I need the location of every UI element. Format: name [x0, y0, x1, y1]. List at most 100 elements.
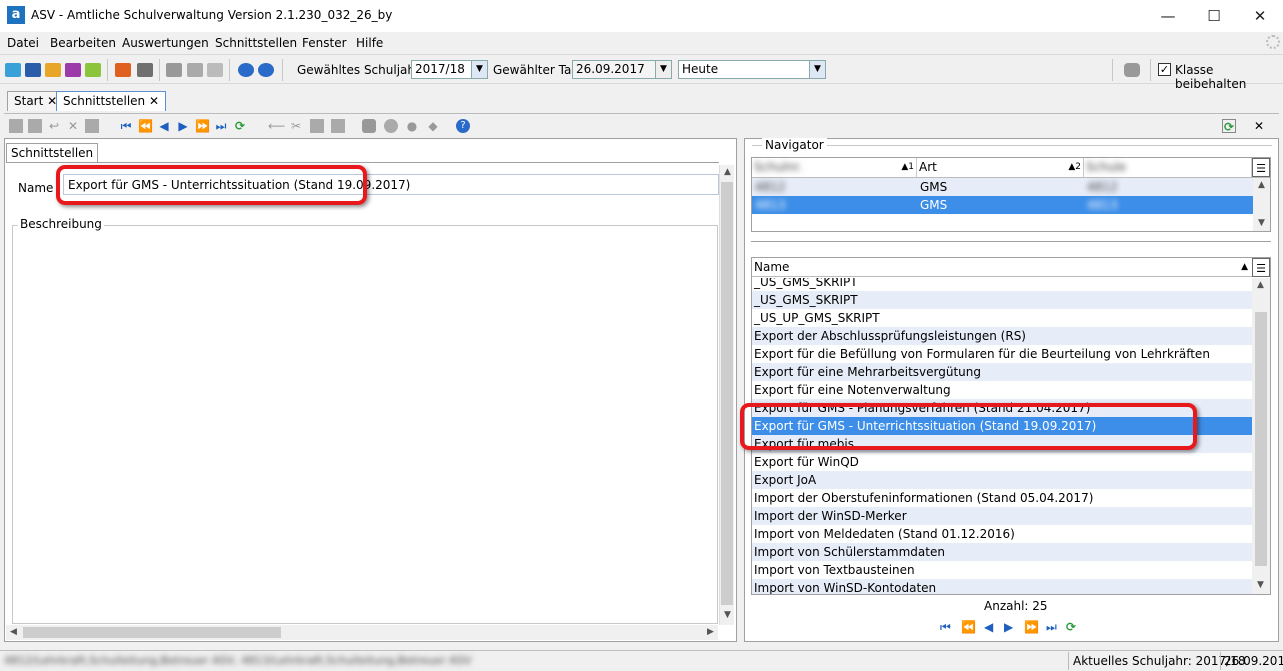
settings-icon[interactable]: [187, 63, 203, 77]
menu-auswertungen[interactable]: Auswertungen: [122, 36, 209, 50]
first-icon[interactable]: ⏮: [119, 119, 133, 133]
fast-forward-icon[interactable]: ⏩: [1024, 620, 1039, 634]
chevron-down-icon[interactable]: ▼: [471, 61, 487, 78]
menu-datei[interactable]: Datei: [7, 36, 39, 50]
board-icon[interactable]: [85, 63, 101, 77]
horizontal-scrollbar[interactable]: ◀ ▶: [6, 625, 718, 640]
beschreibung-textarea[interactable]: [12, 225, 718, 624]
pin-icon[interactable]: ●: [405, 119, 419, 133]
list-item[interactable]: _US_GMS_SKRIPT: [752, 278, 1252, 291]
refresh-icon[interactable]: ⟳: [1066, 620, 1076, 634]
scroll-down-icon[interactable]: ▼: [1254, 216, 1269, 231]
menu-fenster[interactable]: Fenster: [302, 36, 347, 50]
chevron-down-icon[interactable]: ▼: [655, 61, 671, 78]
close-icon[interactable]: ✕: [149, 94, 159, 108]
table-row[interactable]: 4812 GMS 4812: [752, 178, 1253, 196]
list-item[interactable]: _US_GMS_SKRIPT: [752, 291, 1252, 309]
menu-schnittstellen[interactable]: Schnittstellen: [215, 36, 297, 50]
rewind-icon[interactable]: ⏪: [961, 620, 976, 634]
undo-icon[interactable]: ↩: [47, 119, 61, 133]
delete-icon[interactable]: ✕: [66, 119, 80, 133]
preview-icon[interactable]: [384, 119, 398, 133]
sync-icon[interactable]: ⟳: [1222, 119, 1236, 134]
people-icon[interactable]: [5, 63, 21, 77]
list-item[interactable]: Export für eine Notenverwaltung: [752, 381, 1252, 399]
first-icon[interactable]: ⏮: [940, 620, 951, 635]
list-item[interactable]: _US_UP_GMS_SKRIPT: [752, 309, 1252, 327]
scroll-down-icon[interactable]: ▼: [1253, 578, 1268, 593]
help-icon[interactable]: [258, 63, 274, 77]
scroll-up-icon[interactable]: ▲: [1254, 178, 1269, 193]
scroll-thumb[interactable]: [1255, 312, 1267, 566]
copy-icon[interactable]: [310, 119, 324, 133]
calculator-icon[interactable]: [137, 63, 153, 77]
comment-icon[interactable]: [85, 119, 99, 133]
back-arrow-icon[interactable]: ⟵: [268, 119, 285, 133]
column-header-name[interactable]: Name ▲: [752, 258, 1252, 277]
list-item[interactable]: Import der Oberstufeninformationen (Stan…: [752, 489, 1252, 507]
menu-hilfe[interactable]: Hilfe: [356, 36, 383, 50]
save-icon[interactable]: [28, 119, 42, 133]
last-icon[interactable]: ⏭: [214, 119, 228, 133]
list-item[interactable]: Import von WinSD-Kontodaten: [752, 579, 1252, 594]
tab-schnittstellen[interactable]: Schnittstellen ✕: [56, 91, 167, 111]
list-item[interactable]: Export für eine Mehrarbeitsvergütung: [752, 363, 1252, 381]
class-icon[interactable]: [65, 63, 81, 77]
print-icon[interactable]: [362, 119, 376, 133]
column-header-schulnr[interactable]: Schulnr. ▲1: [752, 158, 917, 177]
paste-icon[interactable]: [331, 119, 345, 133]
heute-select[interactable]: Heute ▼: [678, 60, 826, 79]
column-chooser-icon[interactable]: ☰: [1252, 258, 1270, 277]
scroll-thumb[interactable]: [721, 182, 733, 605]
table-row-selected[interactable]: 4813 GMS 4813: [752, 196, 1253, 214]
tag-date-field[interactable]: 26.09.2017 ▼: [572, 60, 672, 79]
vertical-scrollbar[interactable]: ▲ ▼: [719, 165, 734, 625]
scroll-left-icon[interactable]: ◀: [6, 625, 21, 640]
scroll-down-icon[interactable]: ▼: [720, 608, 735, 623]
book-icon[interactable]: [115, 63, 131, 77]
close-panel-icon[interactable]: ✕: [1252, 119, 1266, 133]
info-icon[interactable]: [238, 63, 254, 77]
list-item[interactable]: Import von Textbausteinen: [752, 561, 1252, 579]
fast-forward-icon[interactable]: ⏩: [195, 119, 210, 133]
tag-icon[interactable]: ◆: [426, 119, 440, 133]
list-item[interactable]: Export für WinQD: [752, 453, 1252, 471]
refresh-icon[interactable]: ⟳: [233, 119, 247, 133]
scroll-up-icon[interactable]: ▲: [1253, 278, 1268, 293]
copy-icon[interactable]: [166, 63, 182, 77]
schuljahr-select[interactable]: 2017/18 ▼: [411, 60, 488, 79]
list-item[interactable]: Import von Schülerstammdaten: [752, 543, 1252, 561]
list-item[interactable]: Import der WinSD-Merker: [752, 507, 1252, 525]
new-icon[interactable]: [9, 119, 23, 133]
id-card-icon[interactable]: [25, 63, 41, 77]
close-button[interactable]: ✕: [1237, 0, 1283, 32]
scroll-right-icon[interactable]: ▶: [703, 625, 718, 640]
list-item[interactable]: Export der Abschlussprüfungsleistungen (…: [752, 327, 1252, 345]
chevron-down-icon[interactable]: ▼: [809, 61, 825, 78]
klasse-checkbox[interactable]: ✓: [1158, 63, 1171, 76]
vertical-scrollbar[interactable]: ▲ ▼: [1252, 278, 1270, 594]
list-item[interactable]: Export JoA: [752, 471, 1252, 489]
scroll-up-icon[interactable]: ▲: [720, 165, 735, 180]
maximize-button[interactable]: ☐: [1191, 0, 1237, 32]
help-icon[interactable]: ?: [456, 119, 470, 133]
rewind-icon[interactable]: ⏪: [138, 119, 153, 133]
scroll-thumb[interactable]: [23, 627, 281, 638]
column-header-art[interactable]: Art ▲2: [917, 158, 1084, 177]
minimize-button[interactable]: —: [1145, 0, 1191, 32]
list-item[interactable]: Import von Meldedaten (Stand 01.12.2016): [752, 525, 1252, 543]
cut-icon[interactable]: ✂: [289, 119, 303, 133]
previous-icon[interactable]: ◀: [984, 620, 993, 634]
next-icon[interactable]: ▶: [176, 119, 190, 133]
lightning-icon[interactable]: [207, 63, 223, 77]
vertical-scrollbar[interactable]: ▲ ▼: [1253, 178, 1270, 231]
tab-schnittstellen-detail[interactable]: Schnittstellen: [6, 143, 99, 163]
lock-icon[interactable]: [1124, 63, 1140, 77]
previous-icon[interactable]: ◀: [157, 119, 171, 133]
next-icon[interactable]: ▶: [1004, 620, 1013, 634]
menu-bearbeiten[interactable]: Bearbeiten: [50, 36, 116, 50]
column-chooser-icon[interactable]: ☰: [1252, 158, 1270, 177]
list-item[interactable]: Export für die Befüllung von Formularen …: [752, 345, 1252, 363]
group-icon[interactable]: [45, 63, 61, 77]
column-header-schule[interactable]: Schule: [1084, 158, 1252, 177]
